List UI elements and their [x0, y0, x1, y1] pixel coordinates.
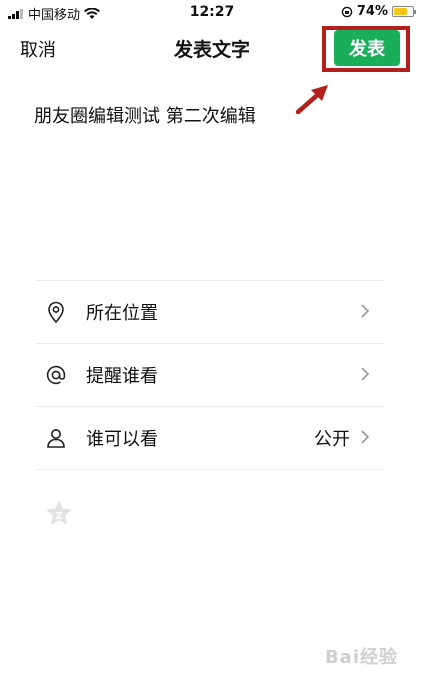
at-icon — [44, 363, 68, 387]
person-icon — [44, 426, 68, 450]
status-bar: 中国移动 12:27 74% — [0, 0, 424, 24]
cancel-button[interactable]: 取消 — [20, 36, 56, 62]
post-text-input[interactable]: 朋友圈编辑测试 第二次编辑 — [34, 102, 256, 128]
option-visibility-label: 谁可以看 — [86, 429, 158, 450]
option-remind[interactable]: 提醒谁看 — [36, 344, 384, 407]
chevron-right-icon — [361, 430, 370, 444]
option-visibility-value: 公开 — [314, 429, 350, 450]
battery-icon — [392, 6, 416, 17]
option-location[interactable]: 所在位置 — [36, 281, 384, 344]
pointer-arrow-icon — [295, 85, 328, 115]
chevron-right-icon — [361, 367, 370, 381]
battery-percent: 74% — [356, 4, 388, 19]
option-location-label: 所在位置 — [86, 303, 158, 324]
watermark: Bai经验 — [324, 647, 398, 668]
option-remind-label: 提醒谁看 — [86, 366, 158, 387]
chevron-right-icon — [361, 304, 370, 318]
battery-fill — [394, 8, 408, 15]
rotation-lock-icon — [341, 6, 353, 17]
star-icon[interactable]: Z — [44, 498, 74, 528]
svg-text:Z: Z — [55, 511, 62, 522]
option-visibility[interactable]: 谁可以看 公开 — [36, 407, 384, 470]
location-pin-icon — [44, 300, 68, 324]
publish-button[interactable]: 发表 — [334, 30, 400, 66]
options-list: 所在位置 提醒谁看 谁可以看 公开 — [36, 280, 384, 470]
status-right: 74% — [341, 4, 416, 19]
